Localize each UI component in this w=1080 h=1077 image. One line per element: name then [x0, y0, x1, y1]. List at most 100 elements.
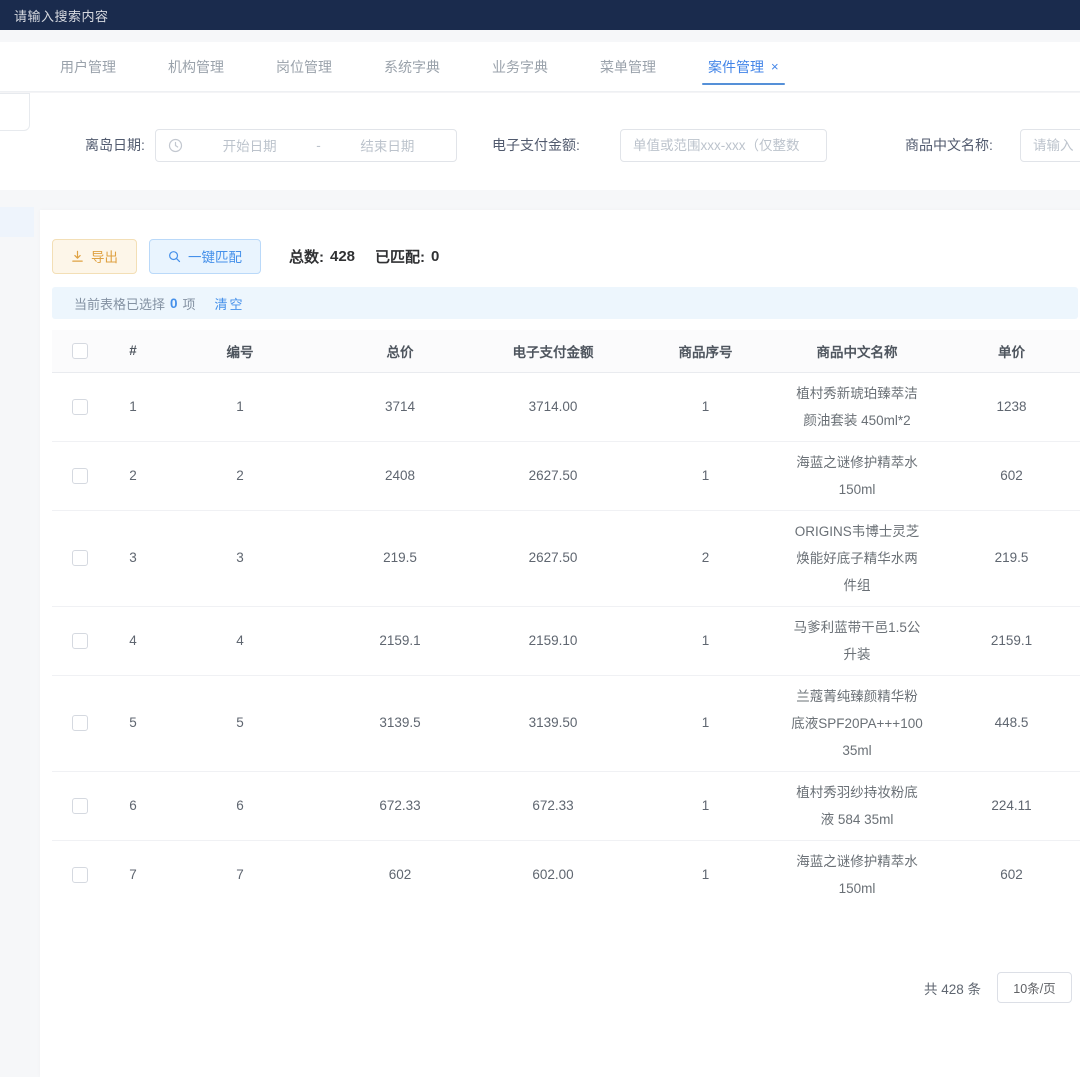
cell-total: 2408: [322, 441, 478, 510]
pagination: 共 428 条 10条/页: [924, 972, 1072, 1003]
row-checkbox[interactable]: [72, 468, 88, 484]
cell-unit: 1238: [931, 372, 1080, 441]
row-checkbox[interactable]: [72, 399, 88, 415]
download-icon: [71, 250, 84, 263]
export-button-label: 导出: [91, 246, 118, 266]
cell-index: 2: [108, 441, 158, 510]
row-select-cell: [52, 372, 108, 441]
table-row: 1137143714.001植村秀新琥珀臻萃洁颜油套装 450ml*21238: [52, 372, 1080, 441]
row-checkbox[interactable]: [72, 715, 88, 731]
export-button[interactable]: 导出: [52, 239, 137, 274]
total-label: 总数:: [289, 246, 324, 267]
cell-total: 219.5: [322, 510, 478, 606]
epay-amount-label: 电子支付金额:: [492, 135, 580, 155]
row-checkbox[interactable]: [72, 550, 88, 566]
filter-bar: 离岛日期: 开始日期 - 结束日期 电子支付金额: 商品中文名称:: [0, 93, 1080, 190]
cell-unit: 448.5: [931, 675, 1080, 771]
table-row: 553139.53139.501兰蔻菁纯臻颜精华粉底液SPF20PA+++100…: [52, 675, 1080, 771]
cell-code: 2: [158, 441, 322, 510]
table-row: 66672.33672.331植村秀羽纱持妆粉底液 584 35ml224.11: [52, 771, 1080, 840]
tab-label: 用户管理: [60, 57, 116, 77]
cell-name: ORIGINS韦博士灵芝焕能好底子精华水两件组: [783, 510, 931, 606]
tab-用户管理[interactable]: 用户管理: [36, 43, 140, 91]
selection-count: 0: [170, 296, 178, 311]
tab-菜单管理[interactable]: 菜单管理: [576, 43, 680, 91]
pagination-total: 共 428 条: [924, 978, 981, 998]
tab-系统字典[interactable]: 系统字典: [360, 43, 464, 91]
product-name-input[interactable]: [1021, 130, 1080, 161]
tab-label: 菜单管理: [600, 57, 656, 77]
cell-name: 植村秀羽纱持妆粉底液 584 35ml: [783, 771, 931, 840]
cell-seq: 1: [628, 771, 783, 840]
tab-close-icon[interactable]: ×: [771, 60, 779, 73]
cell-code: 5: [158, 675, 322, 771]
cell-index: 3: [108, 510, 158, 606]
selection-info-bar: 当前表格已选择 0 项 清空: [52, 287, 1078, 319]
cell-epay: 3714.00: [478, 372, 628, 441]
epay-amount-input[interactable]: [621, 130, 826, 161]
clear-selection-link[interactable]: 清空: [215, 294, 245, 313]
cell-seq: 2: [628, 510, 783, 606]
row-select-cell: [52, 606, 108, 675]
date-range-label: 离岛日期:: [85, 135, 145, 155]
table-header: #编号总价电子支付金额商品序号商品中文名称单价: [52, 330, 1080, 372]
cell-epay: 2627.50: [478, 441, 628, 510]
epay-amount-field-box: [620, 129, 827, 162]
cell-code: 6: [158, 771, 322, 840]
cell-seq: 1: [628, 840, 783, 905]
table-row: 442159.12159.101马爹利蓝带干邑1.5公升装2159.1: [52, 606, 1080, 675]
tab-label: 岗位管理: [276, 57, 332, 77]
cell-epay: 672.33: [478, 771, 628, 840]
matched-label: 已匹配:: [375, 246, 425, 267]
tab-label: 系统字典: [384, 57, 440, 77]
cell-epay: 2627.50: [478, 510, 628, 606]
case-management-panel: 导出 一键匹配 总数: 428 已匹配: 0 当前表格已选择 0 项 清空: [40, 210, 1080, 1077]
row-checkbox[interactable]: [72, 798, 88, 814]
tab-业务字典[interactable]: 业务字典: [468, 43, 572, 91]
row-checkbox[interactable]: [72, 633, 88, 649]
total-value: 428: [330, 248, 355, 265]
table-row: 77602602.001海蓝之谜修护精萃水 150ml602: [52, 840, 1080, 905]
table-row: 33219.52627.502ORIGINS韦博士灵芝焕能好底子精华水两件组21…: [52, 510, 1080, 606]
search-icon: [168, 250, 181, 263]
end-date-placeholder[interactable]: 结束日期: [331, 135, 444, 155]
product-name-field-box: [1020, 129, 1080, 162]
tab-机构管理[interactable]: 机构管理: [144, 43, 248, 91]
cell-epay: 602.00: [478, 840, 628, 905]
cell-unit: 224.11: [931, 771, 1080, 840]
cell-seq: 1: [628, 606, 783, 675]
tab-案件管理[interactable]: 案件管理 ×: [684, 43, 803, 91]
clock-icon: [168, 138, 183, 153]
select-all-checkbox[interactable]: [72, 343, 88, 359]
cell-index: 7: [108, 840, 158, 905]
one-click-match-button[interactable]: 一键匹配: [149, 239, 261, 274]
cell-code: 1: [158, 372, 322, 441]
cell-name: 海蓝之谜修护精萃水 150ml: [783, 840, 931, 905]
row-checkbox[interactable]: [72, 867, 88, 883]
row-select-cell: [52, 510, 108, 606]
cell-seq: 1: [628, 372, 783, 441]
cell-code: 3: [158, 510, 322, 606]
start-date-placeholder[interactable]: 开始日期: [193, 135, 306, 155]
cell-name: 兰蔻菁纯臻颜精华粉底液SPF20PA+++100 35ml: [783, 675, 931, 771]
cell-index: 1: [108, 372, 158, 441]
row-select-cell: [52, 675, 108, 771]
column-header-总价: 总价: [322, 330, 478, 372]
cell-total: 672.33: [322, 771, 478, 840]
tab-label: 案件管理: [708, 57, 764, 77]
global-search-input[interactable]: 请输入搜索内容: [14, 6, 109, 25]
cell-index: 6: [108, 771, 158, 840]
page-size-select[interactable]: 10条/页: [997, 972, 1072, 1003]
tab-bar: 用户管理 机构管理 岗位管理 系统字典 业务字典 菜单管理 案件管理 ×: [0, 42, 1080, 92]
date-range-picker[interactable]: 开始日期 - 结束日期: [155, 129, 457, 162]
cell-seq: 1: [628, 441, 783, 510]
tab-岗位管理[interactable]: 岗位管理: [252, 43, 356, 91]
one-click-match-label: 一键匹配: [188, 246, 242, 266]
column-header-电子支付金额: 电子支付金额: [478, 330, 628, 372]
row-select-cell: [52, 441, 108, 510]
collapsed-sidebar-corner: [0, 93, 30, 131]
cell-seq: 1: [628, 675, 783, 771]
matched-value: 0: [431, 248, 439, 265]
tab-label: 机构管理: [168, 57, 224, 77]
cell-unit: 219.5: [931, 510, 1080, 606]
